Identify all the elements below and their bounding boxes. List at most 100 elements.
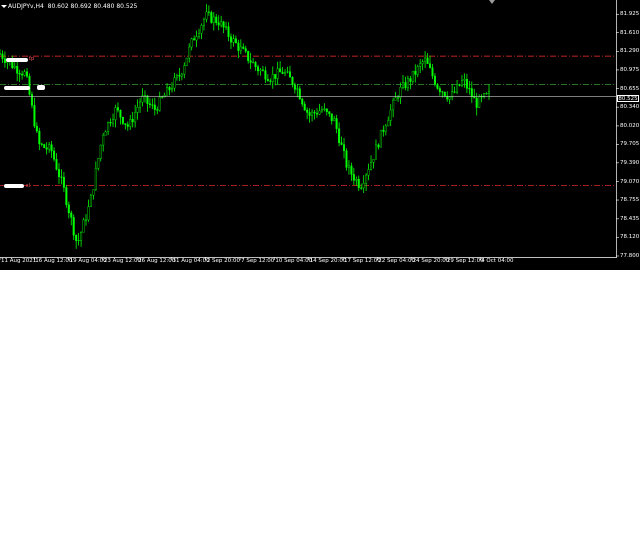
- candle-body: [347, 165, 350, 168]
- candle-body: [178, 75, 181, 77]
- price-tick-label: 79.390: [620, 159, 640, 166]
- candle-body: [392, 100, 395, 111]
- candle-body: [303, 103, 306, 111]
- candle-body: [266, 79, 269, 82]
- candle-body: [281, 71, 284, 74]
- candle-body: [112, 119, 115, 124]
- candle-body: [168, 87, 171, 91]
- candle-body: [134, 112, 137, 123]
- tp-order-label[interactable]: [6, 58, 28, 62]
- candle-body: [254, 62, 257, 67]
- candle-body: [72, 217, 75, 236]
- candle-body: [153, 104, 156, 110]
- candle-body: [468, 88, 471, 90]
- candle-body: [377, 144, 380, 148]
- candle-body: [306, 109, 309, 113]
- candle-body: [463, 79, 466, 81]
- candle-body: [99, 144, 102, 159]
- price-tick-label: 81.610: [620, 29, 640, 36]
- candle-body: [488, 90, 491, 94]
- symbol-info: AUDJPYv,H4 80.602 80.692 80.480 80.525: [8, 3, 138, 10]
- price-tick-label: 78.755: [620, 197, 640, 204]
- candle-body: [207, 11, 210, 13]
- price-tick-label: 78.435: [620, 215, 640, 222]
- price-chart[interactable]: AUDJPYv,H4 80.602 80.692 80.480 80.525 8…: [0, 0, 640, 270]
- time-tick-label: 23 Aug 12:00: [103, 258, 141, 264]
- candle-body: [350, 165, 353, 175]
- price-tick-label: 80.340: [620, 104, 640, 111]
- candle-body: [460, 80, 463, 86]
- candle-body: [355, 179, 358, 181]
- candle-body: [62, 177, 65, 188]
- candle-body: [234, 38, 237, 44]
- candle-body: [264, 70, 267, 80]
- price-tick-label: 80.975: [620, 66, 640, 73]
- candle-body: [404, 82, 407, 89]
- candle-body: [87, 206, 90, 221]
- price-tick-label: 81.290: [620, 48, 640, 55]
- candle-body: [372, 159, 375, 163]
- candle-body: [244, 48, 247, 52]
- entry-order-label[interactable]: [4, 86, 30, 90]
- candle-body: [109, 121, 112, 124]
- candle-body: [131, 119, 134, 123]
- price-tick-label: 79.070: [620, 178, 640, 185]
- candle-body: [424, 57, 427, 62]
- sl-order-label[interactable]: [4, 184, 24, 188]
- candle-body: [60, 176, 63, 178]
- candle-body: [102, 135, 105, 146]
- candle-body: [374, 144, 377, 160]
- candles: [0, 4, 491, 249]
- chart-shift-marker-icon[interactable]: [489, 0, 495, 4]
- candle-body: [389, 109, 392, 121]
- candle-body: [94, 168, 97, 190]
- candle-body: [443, 91, 446, 97]
- level-lines: [0, 55, 616, 187]
- candle-body: [16, 65, 19, 74]
- candle-body: [414, 70, 417, 75]
- candle-body: [92, 189, 95, 196]
- candle-body: [259, 69, 262, 72]
- sl-tag: sl: [26, 183, 30, 189]
- chart-canvas[interactable]: [0, 0, 640, 270]
- symbol-menu-icon[interactable]: [1, 5, 7, 8]
- candle-body: [67, 204, 70, 214]
- candle-body: [318, 110, 321, 115]
- candle-body: [279, 68, 282, 73]
- candle-body: [340, 142, 343, 145]
- candle-body: [325, 108, 328, 112]
- candle-body: [293, 84, 296, 90]
- candle-body: [35, 125, 38, 132]
- current-price-label: 80.525: [617, 95, 639, 102]
- candle-body: [315, 112, 318, 115]
- price-tick-label: 78.120: [620, 234, 640, 241]
- candle-body: [205, 11, 208, 20]
- candle-body: [274, 74, 277, 79]
- candle-body: [387, 120, 390, 127]
- candle-body: [175, 75, 178, 78]
- candle-body: [13, 65, 16, 68]
- candle-body: [55, 159, 58, 170]
- candle-body: [156, 109, 159, 111]
- candle-body: [276, 68, 279, 79]
- candle-body: [38, 130, 41, 145]
- candle-body: [382, 129, 385, 132]
- candle-body: [89, 194, 92, 207]
- candle-body: [419, 63, 422, 67]
- candle-body: [161, 96, 164, 98]
- entry-order-label-extra[interactable]: [37, 85, 45, 90]
- candle-body: [33, 105, 36, 127]
- candle-body: [18, 73, 21, 75]
- candle-body: [357, 179, 360, 189]
- candle-body: [320, 109, 323, 112]
- candle-body: [409, 78, 412, 82]
- candle-body: [217, 22, 220, 26]
- candle-body: [261, 69, 264, 71]
- candle-body: [126, 124, 129, 127]
- candle-body: [411, 70, 414, 82]
- candle-body: [48, 144, 51, 150]
- candle-body: [220, 21, 223, 26]
- candle-body: [406, 78, 409, 89]
- time-tick-label: 19 Aug 04:00: [69, 258, 107, 264]
- candle-body: [475, 97, 478, 108]
